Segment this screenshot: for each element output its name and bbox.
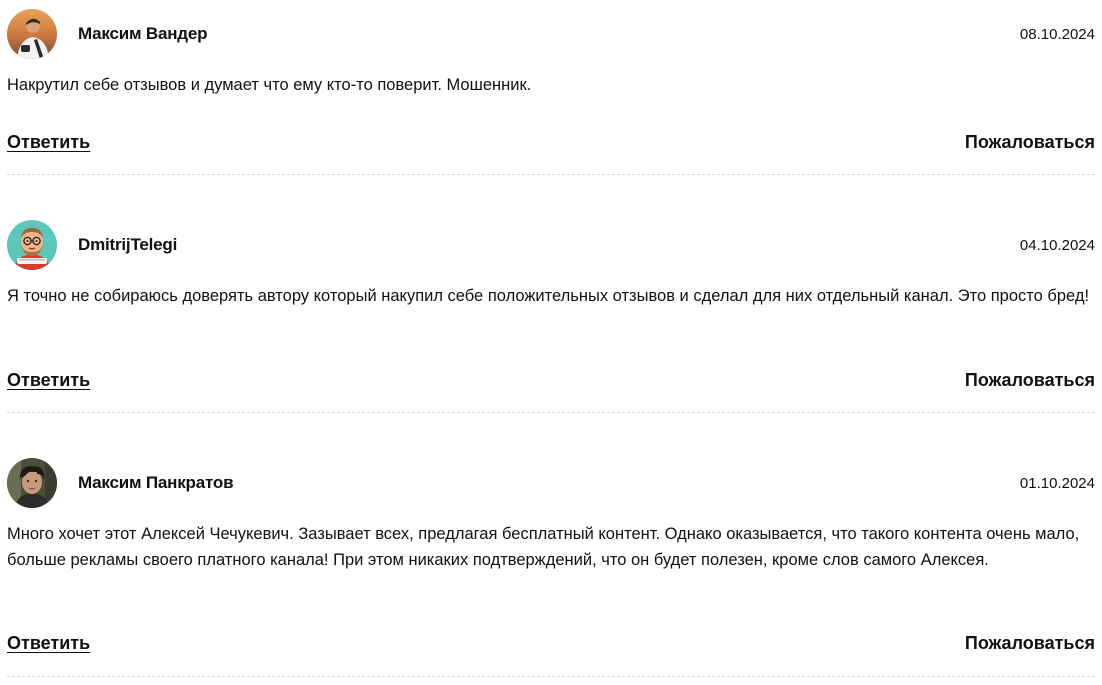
user-avatar[interactable]: [7, 9, 57, 59]
report-link[interactable]: Пожаловаться: [965, 132, 1095, 153]
author-name: DmitrijTelegi: [78, 235, 178, 254]
cartoon-avatar-icon: [7, 220, 57, 270]
comment-header: DmitrijTelegi 04.10.2024: [7, 220, 1095, 270]
comment-actions: Ответить Пожаловаться: [7, 633, 1095, 657]
author-name: Максим Панкратов: [78, 473, 234, 492]
comment-header: Максим Вандер 08.10.2024: [7, 9, 1095, 59]
comment-divider: [7, 412, 1095, 413]
comment-date: 01.10.2024: [1019, 475, 1095, 492]
comment-actions: Ответить Пожаловаться: [7, 370, 1095, 394]
comment-date: 08.10.2024: [1019, 26, 1095, 43]
report-link[interactable]: Пожаловаться: [965, 633, 1095, 654]
user-avatar[interactable]: [7, 220, 57, 270]
reply-link[interactable]: Ответить: [7, 370, 90, 391]
comment-item: Максим Панкратов 01.10.2024 Много хочет …: [7, 458, 1095, 678]
comment-item: Максим Вандер 08.10.2024 Накрутил себе о…: [7, 9, 1095, 175]
comment-text: Накрутил себе отзывов и думает что ему к…: [7, 76, 532, 94]
comment-text: Много хочет этот Алексей Чечукевич. Зазы…: [7, 525, 1080, 569]
user-photo-avatar-icon: [7, 9, 57, 59]
user-avatar[interactable]: [7, 458, 57, 508]
comment-actions: Ответить Пожаловаться: [7, 132, 1095, 156]
report-link[interactable]: Пожаловаться: [965, 370, 1095, 391]
comment-item: DmitrijTelegi 04.10.2024 Я точно не соби…: [7, 220, 1095, 413]
comment-divider: [7, 676, 1095, 677]
comments-list: Максим Вандер 08.10.2024 Накрутил себе о…: [0, 0, 1102, 685]
user-photo-avatar-icon: [7, 458, 57, 508]
reply-link[interactable]: Ответить: [7, 633, 90, 654]
author-name: Максим Вандер: [78, 24, 208, 43]
reply-link[interactable]: Ответить: [7, 132, 90, 153]
comment-header: Максим Панкратов 01.10.2024: [7, 458, 1095, 508]
comment-date: 04.10.2024: [1019, 237, 1095, 254]
comment-text: Я точно не собираюсь доверять автору кот…: [7, 287, 1090, 305]
comment-divider: [7, 174, 1095, 175]
